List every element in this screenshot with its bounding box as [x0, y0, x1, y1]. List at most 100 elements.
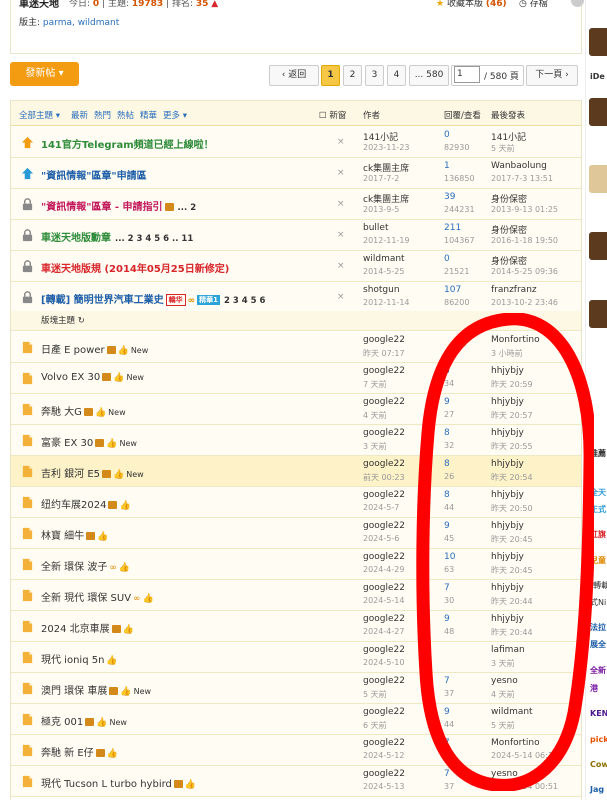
thread-row[interactable]: 全新 現代 環保 SUV ∞ 👍 google22 2024-5-14 7 30 hhjybj…	[11, 580, 581, 611]
thread-title[interactable]: 日產 E power	[41, 345, 105, 356]
page-1-button[interactable]: 1	[321, 65, 340, 86]
thread-title[interactable]: "資訊情報"區章"申請區	[41, 171, 147, 182]
reply-count[interactable]: 9	[444, 521, 450, 531]
reply-count[interactable]: 0	[444, 254, 450, 264]
reply-count[interactable]: 107	[444, 285, 461, 295]
reply-count[interactable]: 7	[444, 738, 450, 748]
thread-author[interactable]: google22	[363, 645, 405, 655]
sidebar-thumb[interactable]	[589, 28, 607, 56]
thread-author[interactable]: bullet	[363, 223, 388, 233]
reply-count[interactable]: 10	[444, 552, 455, 562]
last-post-user[interactable]: franzfranz	[491, 285, 537, 295]
sidebar-thumb[interactable]	[589, 165, 607, 193]
thread-title[interactable]: 澳門 環保 車展	[41, 686, 107, 697]
sidebar-thumb[interactable]	[589, 300, 607, 328]
last-post-user[interactable]: hhjybjy	[491, 490, 524, 500]
last-post-user[interactable]: Wanbaolung	[491, 161, 547, 171]
thread-title[interactable]: 全新 現代 環保 SUV	[41, 593, 131, 604]
last-post-user[interactable]: Monfortino	[491, 738, 540, 748]
sidebar-link[interactable]: 展全	[590, 639, 606, 650]
reply-count[interactable]: 9	[444, 397, 450, 407]
reply-count[interactable]: 8	[444, 490, 450, 500]
last-post-time[interactable]: 2024-5-14 06:19	[491, 751, 558, 760]
last-post-time[interactable]: 3 小時前	[491, 348, 523, 359]
page-input[interactable]: 1	[454, 66, 480, 83]
last-post-time[interactable]: 昨天 20:44	[491, 627, 533, 638]
thread-author[interactable]: google22	[363, 738, 405, 748]
thread-author[interactable]: google22	[363, 490, 405, 500]
reply-count[interactable]: 8	[444, 428, 450, 438]
checkbox-icon[interactable]: ☐	[319, 111, 327, 121]
thread-row[interactable]: 日產 E power 👍 New google22 昨天 07:17 Monfortino…	[11, 332, 581, 363]
next-page-button[interactable]: 下一頁 ›	[526, 65, 578, 86]
thread-author[interactable]: google22	[363, 459, 405, 469]
back-button[interactable]: ‹ 返回	[269, 65, 319, 86]
thread-row[interactable]: 纽约车展2024 👍 google22 2024-5-7 8 44 hhjybjy 昨天 20…	[11, 487, 581, 518]
last-post-time[interactable]: 昨天 20:59	[491, 379, 533, 390]
thread-author[interactable]: google22	[363, 366, 405, 376]
thread-author[interactable]: google22	[363, 707, 405, 717]
last-post-time[interactable]: 2024-5-14 00:51	[491, 782, 558, 791]
sidebar-link[interactable]: 兒童	[590, 555, 606, 566]
archive-button[interactable]: ◷ 存檔	[519, 0, 548, 9]
last-post-user[interactable]: Monfortino	[491, 335, 540, 345]
close-icon[interactable]: ×	[337, 261, 345, 271]
last-post-time[interactable]: 2013-9-13 01:25	[491, 205, 558, 214]
last-post-time[interactable]: 昨天 20:44	[491, 596, 533, 607]
last-post-time[interactable]: 2017-7-3 13:51	[491, 174, 553, 183]
sticky-thread-row[interactable]: "資訊情報"區章 - 申請指引 ... 2 × ck集團主席 2013-9-5 39 244…	[11, 189, 581, 220]
thread-author[interactable]: google22	[363, 614, 405, 624]
thread-title[interactable]: 奔馳 新 E仔	[41, 748, 94, 759]
last-post-time[interactable]: 2014-5-25 09:36	[491, 267, 558, 276]
thread-author[interactable]: google22	[363, 521, 405, 531]
last-post-user[interactable]: 身份保密	[491, 192, 527, 205]
sidebar-label[interactable]: iDe	[590, 72, 605, 81]
sidebar-link[interactable]: pick	[590, 735, 607, 744]
thread-row[interactable]: 富豪 EX 30 👍 New google22 3 天前 8 32 hhjybjy 昨天 20:…	[11, 425, 581, 456]
sidebar-link[interactable]: 全天	[590, 487, 606, 498]
sidebar-link[interactable]: 正式	[590, 504, 606, 515]
thread-title[interactable]: "資訊情報"區章 - 申請指引	[41, 202, 163, 213]
thread-title[interactable]: 車迷天地版勳章	[41, 233, 111, 244]
thread-title[interactable]: 全新 環保 波子	[41, 562, 107, 573]
thread-author[interactable]: 141小記	[363, 130, 398, 143]
sidebar-thumb[interactable]	[589, 232, 607, 260]
reply-count[interactable]: 7	[444, 769, 450, 779]
page-2-button[interactable]: 2	[343, 65, 362, 86]
last-post-time[interactable]: 3 天前	[491, 658, 515, 669]
last-post-time[interactable]: 2016-1-18 19:50	[491, 236, 558, 245]
reply-count[interactable]: 7	[444, 583, 450, 593]
thread-row[interactable]: 林寶 細牛 👍 google22 2024-5-6 9 45 hhjybjy 昨天 20:45	[11, 518, 581, 549]
thread-author[interactable]: google22	[363, 397, 405, 407]
sidebar-link[interactable]: KEN	[590, 709, 607, 718]
filter-latest[interactable]: 最新	[71, 109, 88, 121]
sidebar-link[interactable]: Cow	[590, 760, 607, 769]
refresh-icon[interactable]: ↻	[78, 316, 85, 326]
thread-row[interactable]: 現代 Tucson L turbo hybird 👍 google22 2024-5-…	[11, 766, 581, 797]
reply-count[interactable]: 9	[444, 614, 450, 624]
thread-author[interactable]: google22	[363, 552, 405, 562]
thread-author[interactable]: wildmant	[363, 254, 405, 264]
last-post-user[interactable]: 身份保密	[491, 254, 527, 267]
filter-more[interactable]: 更多 ▾	[163, 109, 187, 121]
sticky-thread-row[interactable]: 141官方Telegram頻道已經上線啦！ × 141小記 2023-11-23 0 82…	[11, 127, 581, 158]
page-4-button[interactable]: 4	[387, 65, 406, 86]
last-post-time[interactable]: 2013-10-2 23:46	[491, 298, 558, 307]
reply-count[interactable]: 9	[444, 707, 450, 717]
last-post-user[interactable]: 身份保密	[491, 223, 527, 236]
last-post-user[interactable]: hhjybjy	[491, 366, 524, 376]
thread-author[interactable]: google22	[363, 428, 405, 438]
new-window-toggle[interactable]: ☐ 新窗	[319, 109, 346, 121]
thread-author[interactable]: google22	[363, 769, 405, 779]
thread-row[interactable]: 吉利 銀河 E5 👍 New google22 前天 00:23 8 26 hhjybjy 昨天…	[11, 456, 581, 487]
close-icon[interactable]: ×	[337, 199, 345, 209]
thread-author[interactable]: google22	[363, 335, 405, 345]
sticky-thread-row[interactable]: 車迷天地版勳章 ... 2 3 4 5 6 .. 11 × bullet 2012-11…	[11, 220, 581, 251]
thread-pages[interactable]: 2 3 4 5 6	[224, 296, 265, 306]
last-post-time[interactable]: 昨天 20:50	[491, 503, 533, 514]
close-icon[interactable]: ×	[337, 292, 345, 302]
last-post-time[interactable]: 昨天 20:45	[491, 565, 533, 576]
reply-count[interactable]: 8	[444, 459, 450, 469]
thread-author[interactable]: ck集團主席	[363, 161, 409, 174]
thread-title[interactable]: [轉載] 簡明世界汽車工業史	[41, 295, 164, 306]
